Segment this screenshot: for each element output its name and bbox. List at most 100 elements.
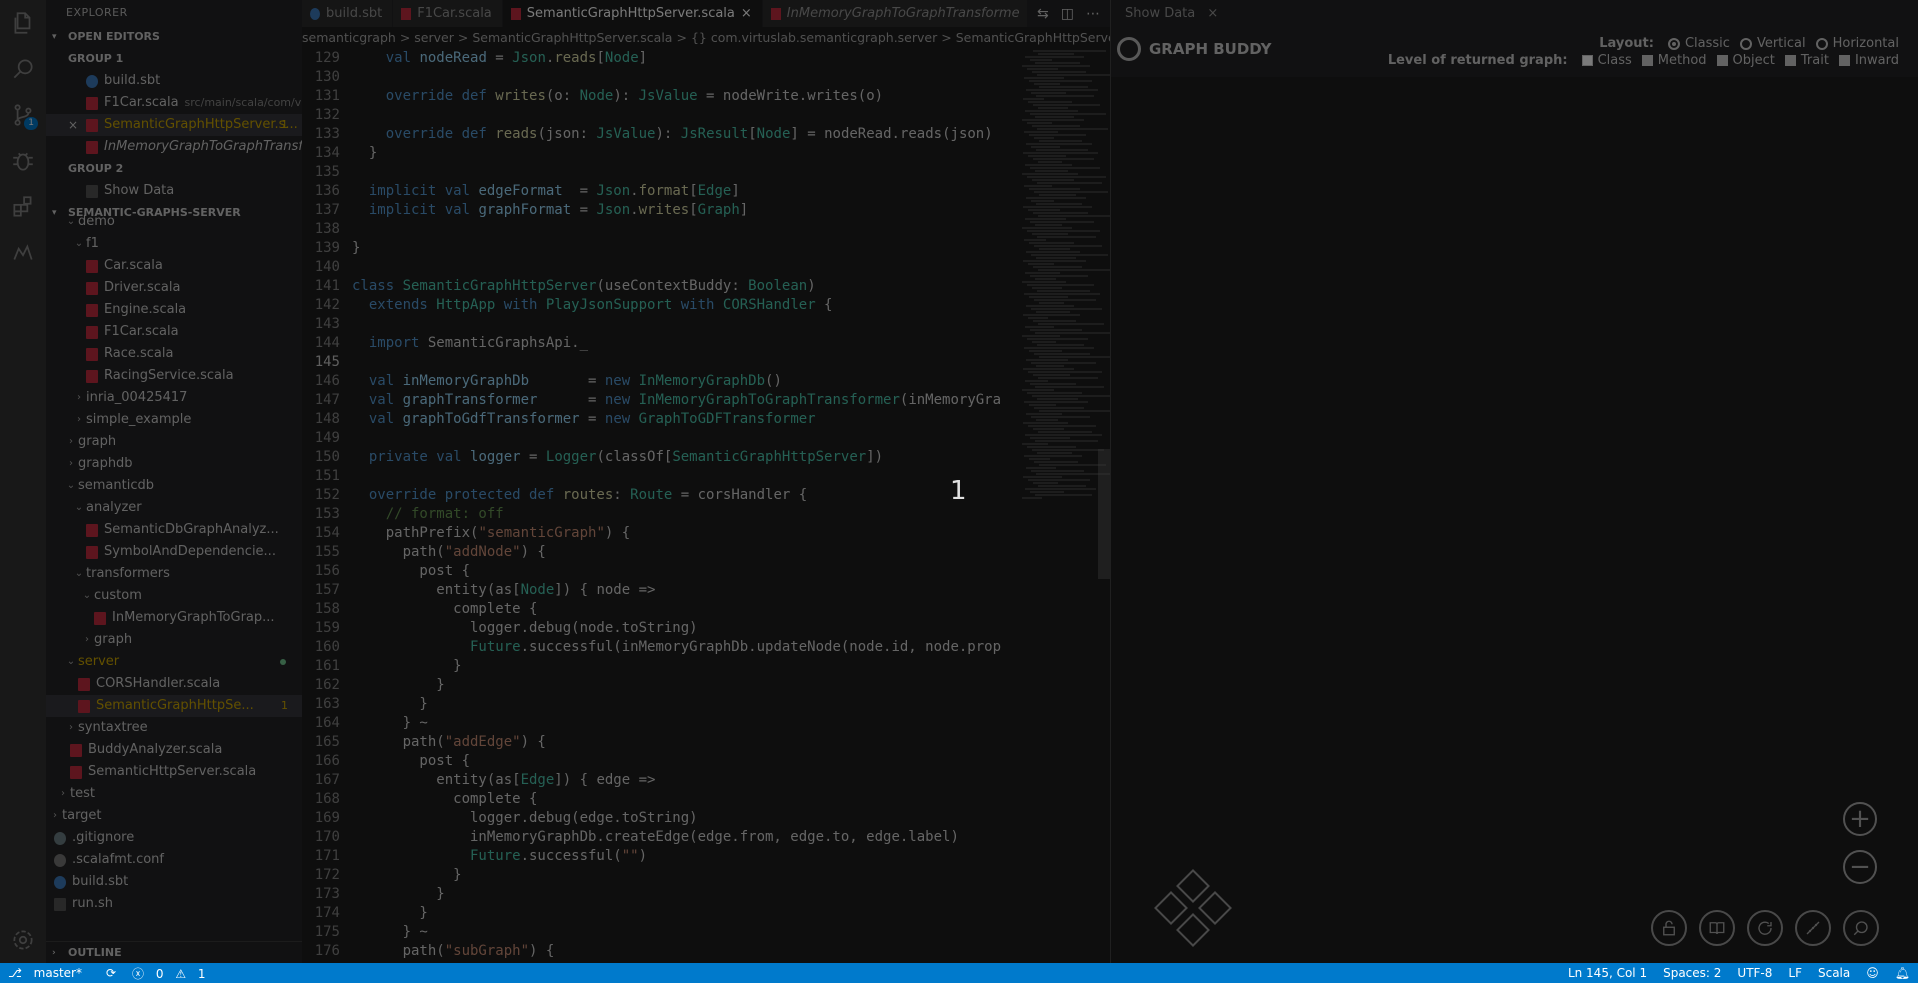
sbt-file-icon (54, 875, 66, 889)
minimap[interactable] (1022, 49, 1118, 963)
tree-item[interactable]: ⌄ server (46, 651, 302, 673)
open-editor-show-data[interactable]: Show Data (46, 180, 302, 202)
tree-item[interactable]: SemanticHttpServer.scala (46, 761, 302, 783)
tree-item[interactable]: › target (46, 805, 302, 827)
indentation-status[interactable]: Spaces: 2 (1663, 966, 1721, 980)
measure-button[interactable] (1795, 910, 1831, 946)
level-checkbox-method[interactable]: Method (1641, 53, 1707, 68)
tree-item[interactable]: BuddyAnalyzer.scala (46, 739, 302, 761)
tab-f1car-scala[interactable]: F1Car.scala (393, 0, 503, 27)
layout-radio-classic[interactable]: Classic (1667, 36, 1730, 51)
tree-item[interactable]: ⌄ semanticdb (46, 475, 302, 497)
extensions-icon[interactable] (0, 184, 46, 230)
level-checkbox-trait[interactable]: Trait (1784, 53, 1829, 68)
close-icon[interactable]: × (68, 114, 78, 136)
source-control-icon[interactable]: 1 (0, 92, 46, 138)
layout-radio-vertical[interactable]: Vertical (1739, 36, 1806, 51)
tree-item[interactable]: InMemoryGraphToGrap... (46, 607, 302, 629)
tree-item[interactable]: ⌄ transformers (46, 563, 302, 585)
book-button[interactable] (1699, 910, 1735, 946)
tree-item[interactable]: ⌄ f1 (46, 233, 302, 255)
breadcrumb-item[interactable]: SemanticGraphHttpServer.scala (472, 30, 672, 45)
debug-icon[interactable] (0, 138, 46, 184)
tab-semanticgraphhttpserver-scala[interactable]: SemanticGraphHttpServer.scala × (502, 0, 763, 27)
breadcrumb-item[interactable]: semanticgraph (302, 30, 396, 45)
tree-item[interactable]: Engine.scala (46, 299, 302, 321)
tree-item[interactable]: .scalafmt.conf (46, 849, 302, 871)
tree-item[interactable]: Race.scala (46, 343, 302, 365)
tree-item[interactable]: SymbolAndDependencie... (46, 541, 302, 563)
tree-item[interactable]: › graph (46, 629, 302, 651)
open-editor-item[interactable]: build.sbt (46, 70, 302, 92)
open-editor-item[interactable]: F1Car.scala src/main/scala/com/vi... (46, 92, 302, 114)
pan-down-button[interactable] (1176, 913, 1210, 947)
encoding-status[interactable]: UTF-8 (1737, 966, 1772, 980)
refresh-button[interactable] (1747, 910, 1783, 946)
pan-right-button[interactable] (1198, 891, 1232, 925)
tree-item[interactable]: › graphdb (46, 453, 302, 475)
problems-status[interactable]: ⓧ 0 ⚠ 1 (132, 965, 214, 982)
tree-item[interactable]: build.sbt (46, 871, 302, 893)
minimap-line (1036, 149, 1088, 151)
tree-item[interactable]: SemanticGraphHttpSe... 1 (46, 695, 302, 717)
files-icon[interactable] (0, 0, 46, 46)
lock-button[interactable] (1651, 910, 1687, 946)
tab-build-sbt[interactable]: build.sbt (302, 0, 394, 27)
feedback-icon[interactable]: ☺ (1866, 966, 1879, 980)
outline-header[interactable]: › OUTLINE (46, 941, 302, 963)
open-editor-item[interactable]: × SemanticGraphHttpServer.s... 1 (46, 114, 302, 136)
scala-file-icon (510, 7, 521, 20)
tree-item[interactable]: › graph (46, 431, 302, 453)
tab-show-data[interactable]: Show Data × (1111, 0, 1918, 27)
tree-item[interactable]: › simple_example (46, 409, 302, 431)
compare-icon[interactable]: ⇆ (1037, 6, 1049, 22)
tree-item[interactable]: › syntaxtree (46, 717, 302, 739)
open-editors-header[interactable]: ▾ OPEN EDITORS (46, 26, 302, 48)
tree-item[interactable]: › inria_00425417 (46, 387, 302, 409)
close-icon[interactable]: × (1207, 6, 1218, 21)
settings-icon[interactable] (0, 917, 46, 963)
tree-item[interactable]: ⌄ analyzer (46, 497, 302, 519)
branch-status[interactable]: ⎇ master* (8, 966, 90, 980)
metals-icon[interactable] (0, 230, 46, 276)
level-checkbox-object[interactable]: Object (1716, 53, 1775, 68)
level-checkbox-class[interactable]: Class (1581, 53, 1632, 68)
bell-icon[interactable]: 🔔︎ (1895, 966, 1910, 980)
code-area[interactable]: 129 val nodeRead = Json. reads[Node] 130 13… (302, 49, 1022, 963)
sync-icon[interactable]: ⟳ (106, 966, 116, 980)
reset-zoom-button[interactable] (1843, 910, 1879, 946)
close-icon[interactable]: × (741, 0, 752, 27)
tree-item[interactable]: ⌄ custom (46, 585, 302, 607)
search-icon[interactable] (0, 46, 46, 92)
tree-item[interactable]: Car.scala (46, 255, 302, 277)
sh-file-icon (54, 897, 66, 911)
breadcrumb-item[interactable]: SemanticGraphHttpServer (956, 30, 1110, 45)
tree-item[interactable]: F1Car.scala (46, 321, 302, 343)
scala-file-icon (86, 545, 98, 559)
tree-item[interactable]: Driver.scala (46, 277, 302, 299)
tree-item[interactable]: RacingService.scala (46, 365, 302, 387)
breadcrumb-item[interactable]: server (414, 30, 454, 45)
open-editor-item[interactable]: InMemoryGraphToGraphTransf... (46, 136, 302, 158)
tree-item[interactable]: SemanticDbGraphAnalyz... (46, 519, 302, 541)
tab-inmemorygraphtographtransforme[interactable]: InMemoryGraphToGraphTransforme (762, 0, 1031, 27)
language-status[interactable]: Scala (1818, 966, 1850, 980)
tree-item[interactable]: CORSHandler.scala (46, 673, 302, 695)
scrollbar-thumb[interactable] (1098, 449, 1110, 579)
pan-up-button[interactable] (1176, 869, 1210, 903)
zoom-in-button[interactable]: + (1843, 802, 1877, 836)
pan-left-button[interactable] (1154, 891, 1188, 925)
tree-item[interactable]: ⌄ demo (46, 211, 302, 233)
level-checkbox-inward[interactable]: Inward (1838, 53, 1899, 68)
tree-item[interactable]: run.sh (46, 893, 302, 915)
tree-item[interactable]: .gitignore (46, 827, 302, 849)
tree-item[interactable]: › test (46, 783, 302, 805)
split-editor-icon[interactable]: ◫ (1061, 6, 1074, 22)
code-line: 154 pathPrefix("semanticGraph") { (302, 524, 1022, 543)
more-actions-icon[interactable]: ⋯ (1086, 6, 1100, 22)
cursor-position[interactable]: Ln 145, Col 1 (1568, 966, 1647, 980)
breadcrumb-item[interactable]: {} com.virtuslab.semanticgraph.server (691, 30, 937, 45)
eol-status[interactable]: LF (1788, 966, 1802, 980)
zoom-out-button[interactable]: − (1843, 850, 1877, 884)
layout-radio-horizontal[interactable]: Horizontal (1815, 36, 1899, 51)
